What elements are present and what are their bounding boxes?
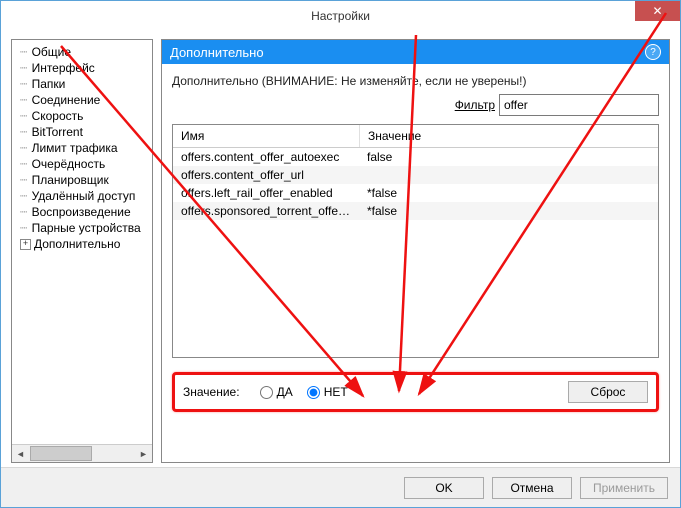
table-row[interactable]: offers.content_offer_autoexecfalse	[173, 148, 658, 166]
table-row[interactable]: offers.sponsored_torrent_offer...*false	[173, 202, 658, 220]
radio-yes-label: ДА	[277, 385, 293, 399]
scroll-thumb[interactable]	[30, 446, 92, 461]
radio-no-label: НЕТ	[324, 385, 348, 399]
sidebar: ┈ Общие┈ Интерфейс┈ Папки┈ Соединение┈ С…	[11, 39, 153, 463]
table-header: Имя Значение	[173, 125, 658, 148]
ok-button[interactable]: OK	[404, 477, 484, 499]
main-panel: Дополнительно ? Дополнительно (ВНИМАНИЕ:…	[161, 39, 670, 463]
filter-input[interactable]	[499, 94, 659, 116]
sidebar-scrollbar[interactable]: ◄ ►	[12, 444, 152, 462]
section-header: Дополнительно ?	[162, 40, 669, 64]
close-icon: ✕	[652, 4, 662, 18]
sidebar-item-5[interactable]: ┈ BitTorrent	[18, 124, 150, 140]
sidebar-item-9[interactable]: ┈ Удалённый доступ	[18, 188, 150, 204]
expand-icon[interactable]: +	[20, 239, 31, 250]
warning-text: Дополнительно (ВНИМАНИЕ: Не изменяйте, е…	[162, 64, 669, 94]
scroll-right-icon[interactable]: ►	[135, 445, 152, 462]
cell-value: *false	[359, 202, 658, 220]
sidebar-item-0[interactable]: ┈ Общие	[18, 44, 150, 60]
sidebar-item-11[interactable]: ┈ Парные устройства	[18, 220, 150, 236]
cell-name: offers.sponsored_torrent_offer...	[173, 202, 359, 220]
radio-yes[interactable]: ДА	[260, 385, 293, 399]
sidebar-item-8[interactable]: ┈ Планировщик	[18, 172, 150, 188]
cell-value: false	[359, 148, 658, 166]
radio-yes-input[interactable]	[260, 386, 273, 399]
advanced-table[interactable]: Имя Значение offers.content_offer_autoex…	[172, 124, 659, 358]
cell-name: offers.content_offer_autoexec	[173, 148, 359, 166]
sidebar-item-3[interactable]: ┈ Соединение	[18, 92, 150, 108]
cell-value	[359, 166, 658, 184]
scroll-left-icon[interactable]: ◄	[12, 445, 29, 462]
radio-no[interactable]: НЕТ	[307, 385, 348, 399]
cell-name: offers.content_offer_url	[173, 166, 359, 184]
cell-value: *false	[359, 184, 658, 202]
sidebar-item-4[interactable]: ┈ Скорость	[18, 108, 150, 124]
apply-button[interactable]: Применить	[580, 477, 668, 499]
radio-no-input[interactable]	[307, 386, 320, 399]
close-button[interactable]: ✕	[635, 1, 680, 21]
dialog-footer: OK Отмена Применить	[1, 467, 680, 507]
sidebar-item-7[interactable]: ┈ Очерёдность	[18, 156, 150, 172]
value-editor: Значение: ДА НЕТ Сброс	[172, 372, 659, 412]
cell-name: offers.left_rail_offer_enabled	[173, 184, 359, 202]
cancel-button[interactable]: Отмена	[492, 477, 572, 499]
section-title: Дополнительно	[170, 45, 264, 60]
sidebar-item-1[interactable]: ┈ Интерфейс	[18, 60, 150, 76]
help-icon[interactable]: ?	[645, 44, 661, 60]
window-title: Настройки	[311, 9, 370, 23]
col-name[interactable]: Имя	[173, 125, 360, 147]
sidebar-item-2[interactable]: ┈ Папки	[18, 76, 150, 92]
sidebar-item-10[interactable]: ┈ Воспроизведение	[18, 204, 150, 220]
filter-label: Фильтр	[455, 98, 495, 112]
titlebar: Настройки ✕	[1, 1, 680, 31]
sidebar-item-6[interactable]: ┈ Лимит трафика	[18, 140, 150, 156]
sidebar-item-12[interactable]: +Дополнительно	[18, 236, 150, 252]
col-value[interactable]: Значение	[360, 125, 658, 147]
settings-window: Настройки ✕ ┈ Общие┈ Интерфейс┈ Папки┈ С…	[0, 0, 681, 508]
table-row[interactable]: offers.left_rail_offer_enabled*false	[173, 184, 658, 202]
table-row[interactable]: offers.content_offer_url	[173, 166, 658, 184]
reset-button[interactable]: Сброс	[568, 381, 648, 403]
value-label: Значение:	[183, 385, 240, 399]
